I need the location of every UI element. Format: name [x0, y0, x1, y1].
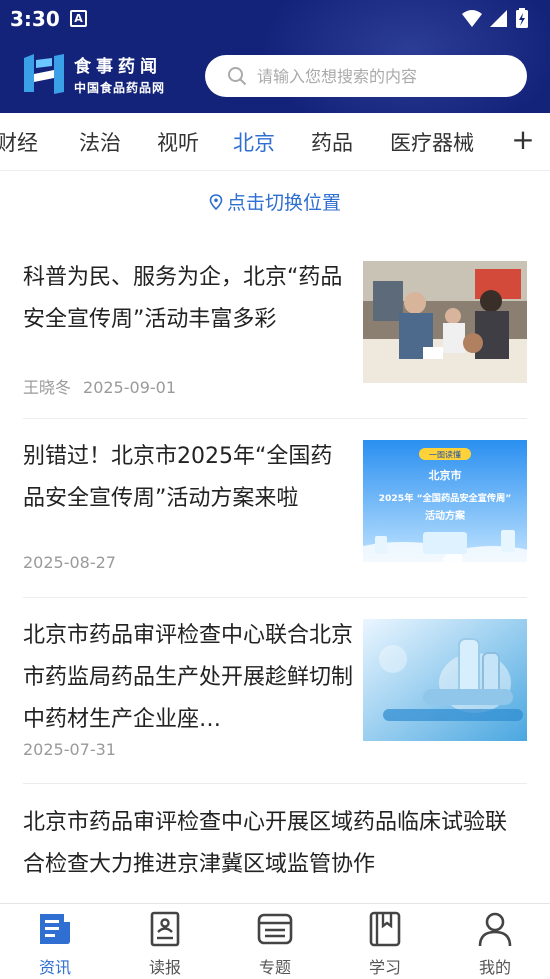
nav-learning[interactable]: 学习: [330, 904, 440, 979]
campaign-banner-image: 一图读懂 北京市 2025年 “全国药品安全宣传周” 活动方案: [363, 440, 527, 562]
book-icon: [369, 911, 401, 947]
nav-newspaper[interactable]: 读报: [110, 904, 220, 979]
news-meta: 2025-07-31: [23, 740, 116, 759]
profile-icon: [478, 912, 512, 947]
app-header: 3:30 A 食事药闻 中国食品药品网: [0, 0, 550, 113]
nav-profile-label: 我的: [478, 958, 511, 977]
tab-finance[interactable]: 财经: [0, 127, 38, 157]
topic-icon: [257, 913, 293, 945]
news-date: 2025-07-31: [23, 740, 116, 759]
tab-medical-devices[interactable]: 医疗器械: [390, 127, 474, 157]
location-pin-icon: [209, 194, 223, 210]
news-item[interactable]: 北京市药品审评检查中心联合北京市药监局药品生产处开展趁鲜切制中药材生产企业座… …: [23, 615, 527, 784]
tab-law[interactable]: 法治: [79, 127, 121, 157]
nav-learning-label: 学习: [368, 958, 401, 977]
nav-topics-label: 专题: [258, 958, 291, 977]
news-author: 王晓冬: [23, 378, 72, 397]
news-item[interactable]: 科普为民、服务为企，北京“药品安全宣传周”活动丰富多彩 王晓冬 2025-09-0…: [23, 257, 527, 419]
system-status-icons: [462, 8, 528, 28]
location-switch[interactable]: 点击切换位置: [0, 188, 550, 222]
status-bar: 3:30 A: [0, 0, 550, 38]
lab-equipment-image: [363, 619, 527, 741]
news-thumbnail[interactable]: 一图读懂 北京市 2025年 “全国药品安全宣传周” 活动方案: [363, 440, 527, 562]
bottom-navigation: 资讯 读报 专题 学习 我的: [0, 903, 550, 979]
status-time: 3:30: [10, 7, 60, 31]
news-meta: 王晓冬 2025-09-01: [23, 374, 176, 398]
event-photo-image: [363, 261, 527, 383]
news-icon: [40, 914, 70, 944]
banner-line3-text: 活动方案: [425, 509, 466, 522]
nav-newspaper-label: 读报: [148, 958, 181, 977]
news-title[interactable]: 别错过！北京市2025年“全国药品安全宣传周”活动方案来啦: [23, 436, 353, 520]
news-date: 2025-09-01: [83, 378, 176, 397]
category-tabs: 财经 法治 视听 北京 药品 医疗器械 +: [0, 113, 550, 171]
nav-news[interactable]: 资讯: [0, 904, 110, 979]
news-date: 2025-08-27: [23, 553, 116, 572]
nav-profile[interactable]: 我的: [440, 904, 550, 979]
newspaper-icon: [150, 911, 180, 947]
brand-logo: 食事药闻 中国食品药品网: [22, 52, 182, 100]
tab-drugs[interactable]: 药品: [311, 127, 353, 157]
battery-icon: [516, 8, 528, 28]
news-title[interactable]: 北京市药品审评检查中心开展区域药品临床试验联合检查大力推进京津冀区域监管协作: [23, 802, 527, 886]
location-label: 点击切换位置: [226, 192, 341, 214]
brand-name: 食事药闻: [74, 57, 162, 77]
nav-news-label: 资讯: [38, 958, 71, 977]
add-tab-button[interactable]: +: [508, 123, 538, 157]
wifi-icon: [462, 10, 482, 27]
search-input[interactable]: [257, 63, 512, 89]
search-icon: [228, 67, 247, 86]
news-thumbnail[interactable]: [363, 261, 527, 383]
news-title[interactable]: 北京市药品审评检查中心联合北京市药监局药品生产处开展趁鲜切制中药材生产企业座…: [23, 615, 353, 741]
app-logo-icon: [24, 54, 64, 94]
tab-beijing[interactable]: 北京: [233, 127, 275, 157]
banner-tag-text: 一图读懂: [429, 450, 461, 460]
search-bar[interactable]: [205, 55, 527, 97]
tab-video[interactable]: 视听: [157, 127, 199, 157]
news-item[interactable]: 别错过！北京市2025年“全国药品安全宣传周”活动方案来啦 一图读懂 北京市 2…: [23, 436, 527, 598]
news-meta: 2025-08-27: [23, 553, 116, 572]
news-item[interactable]: 北京市药品审评检查中心开展区域药品临床试验联合检查大力推进京津冀区域监管协作: [23, 802, 527, 912]
banner-line1-text: 北京市: [429, 468, 462, 482]
notification-a-icon: A: [70, 10, 87, 27]
news-thumbnail[interactable]: [363, 619, 527, 741]
nav-topics[interactable]: 专题: [220, 904, 330, 979]
news-title[interactable]: 科普为民、服务为企，北京“药品安全宣传周”活动丰富多彩: [23, 257, 353, 341]
signal-icon: [490, 10, 507, 27]
banner-line2-text: 2025年 “全国药品安全宣传周”: [379, 492, 512, 504]
brand-subtitle: 中国食品药品网: [74, 81, 166, 95]
